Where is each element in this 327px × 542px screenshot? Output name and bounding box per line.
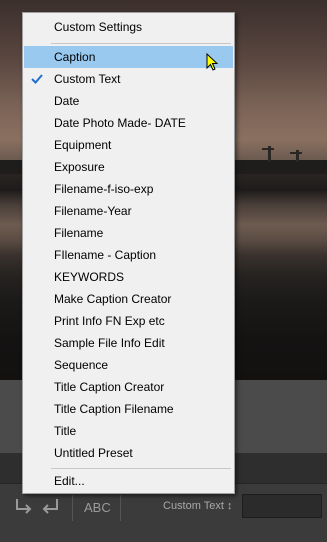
menu-item-label: Date Photo Made- DATE bbox=[54, 116, 186, 130]
menu-item-exposure[interactable]: Exposure bbox=[23, 156, 234, 178]
menu-separator bbox=[51, 43, 231, 44]
menu-item-label: FIlename - Caption bbox=[54, 248, 157, 262]
menu-separator bbox=[51, 468, 231, 469]
menu-item-title-caption-filename[interactable]: Title Caption Filename bbox=[23, 398, 234, 420]
menu-header-custom-settings: Custom Settings bbox=[23, 16, 234, 38]
menu-item-date[interactable]: Date bbox=[23, 90, 234, 112]
rotate-right-icon[interactable] bbox=[40, 497, 62, 520]
menu-item-label: KEYWORDS bbox=[54, 270, 125, 284]
menu-item-title-caption-creator[interactable]: Title Caption Creator bbox=[23, 376, 234, 398]
text-preset-menu: Custom Settings Caption Custom Text Date… bbox=[22, 12, 235, 494]
mouse-cursor-icon bbox=[206, 52, 220, 73]
menu-item-label: Filename bbox=[54, 226, 104, 240]
menu-item-label: Title bbox=[54, 424, 77, 438]
menu-item-label: Equipment bbox=[54, 138, 112, 152]
menu-item-label: Date bbox=[54, 94, 80, 108]
checkmark-icon bbox=[30, 68, 44, 90]
stage: ABC Custom Text ↕ Custom Settings Captio… bbox=[0, 0, 327, 542]
menu-item-label: Title Caption Filename bbox=[54, 402, 174, 416]
menu-item-filename-year[interactable]: Filename-Year bbox=[23, 200, 234, 222]
menu-item-label: Caption bbox=[54, 50, 96, 64]
photo-crane bbox=[262, 148, 274, 150]
menu-item-print-info[interactable]: Print Info FN Exp etc bbox=[23, 310, 234, 332]
menu-item-label: Untitled Preset bbox=[54, 446, 133, 460]
menu-item-label: Sample File Info Edit bbox=[54, 336, 165, 350]
menu-item-untitled-preset[interactable]: Untitled Preset bbox=[23, 442, 234, 464]
photo-crane bbox=[290, 152, 302, 154]
menu-item-label: Filename-Year bbox=[54, 204, 132, 218]
text-preset-dropdown[interactable]: Custom Text ↕ bbox=[163, 500, 233, 512]
menu-item-filename-f-iso-exp[interactable]: Filename-f-iso-exp bbox=[23, 178, 234, 200]
menu-item-label: Title Caption Creator bbox=[54, 380, 165, 394]
text-template-field[interactable] bbox=[242, 494, 322, 518]
menu-header-label: Custom Settings bbox=[54, 20, 143, 34]
text-overlay-button[interactable]: ABC bbox=[84, 500, 111, 515]
menu-item-label: Print Info FN Exp etc bbox=[54, 314, 165, 328]
menu-item-label: Make Caption Creator bbox=[54, 292, 172, 306]
menu-item-date-photo-made[interactable]: Date Photo Made- DATE bbox=[23, 112, 234, 134]
menu-item-label: Custom Text bbox=[54, 72, 121, 86]
menu-item-equipment[interactable]: Equipment bbox=[23, 134, 234, 156]
menu-item-sample-file-info[interactable]: Sample File Info Edit bbox=[23, 332, 234, 354]
menu-item-keywords[interactable]: KEYWORDS bbox=[23, 266, 234, 288]
menu-item-sequence[interactable]: Sequence bbox=[23, 354, 234, 376]
menu-item-custom-text[interactable]: Custom Text bbox=[23, 68, 234, 90]
menu-item-caption[interactable]: Caption bbox=[24, 46, 233, 68]
menu-item-filename[interactable]: Filename bbox=[23, 222, 234, 244]
menu-item-label: Edit... bbox=[54, 474, 85, 488]
menu-item-label: Filename-f-iso-exp bbox=[54, 182, 154, 196]
menu-item-title[interactable]: Title bbox=[23, 420, 234, 442]
menu-item-make-caption-creator[interactable]: Make Caption Creator bbox=[23, 288, 234, 310]
toolbar-separator bbox=[72, 495, 73, 521]
toolbar-separator bbox=[120, 495, 121, 521]
rotate-left-icon[interactable] bbox=[12, 497, 34, 520]
menu-item-label: Sequence bbox=[54, 358, 109, 372]
menu-item-edit[interactable]: Edit... bbox=[23, 470, 234, 492]
menu-item-label: Exposure bbox=[54, 160, 105, 174]
menu-item-filename-caption[interactable]: FIlename - Caption bbox=[23, 244, 234, 266]
